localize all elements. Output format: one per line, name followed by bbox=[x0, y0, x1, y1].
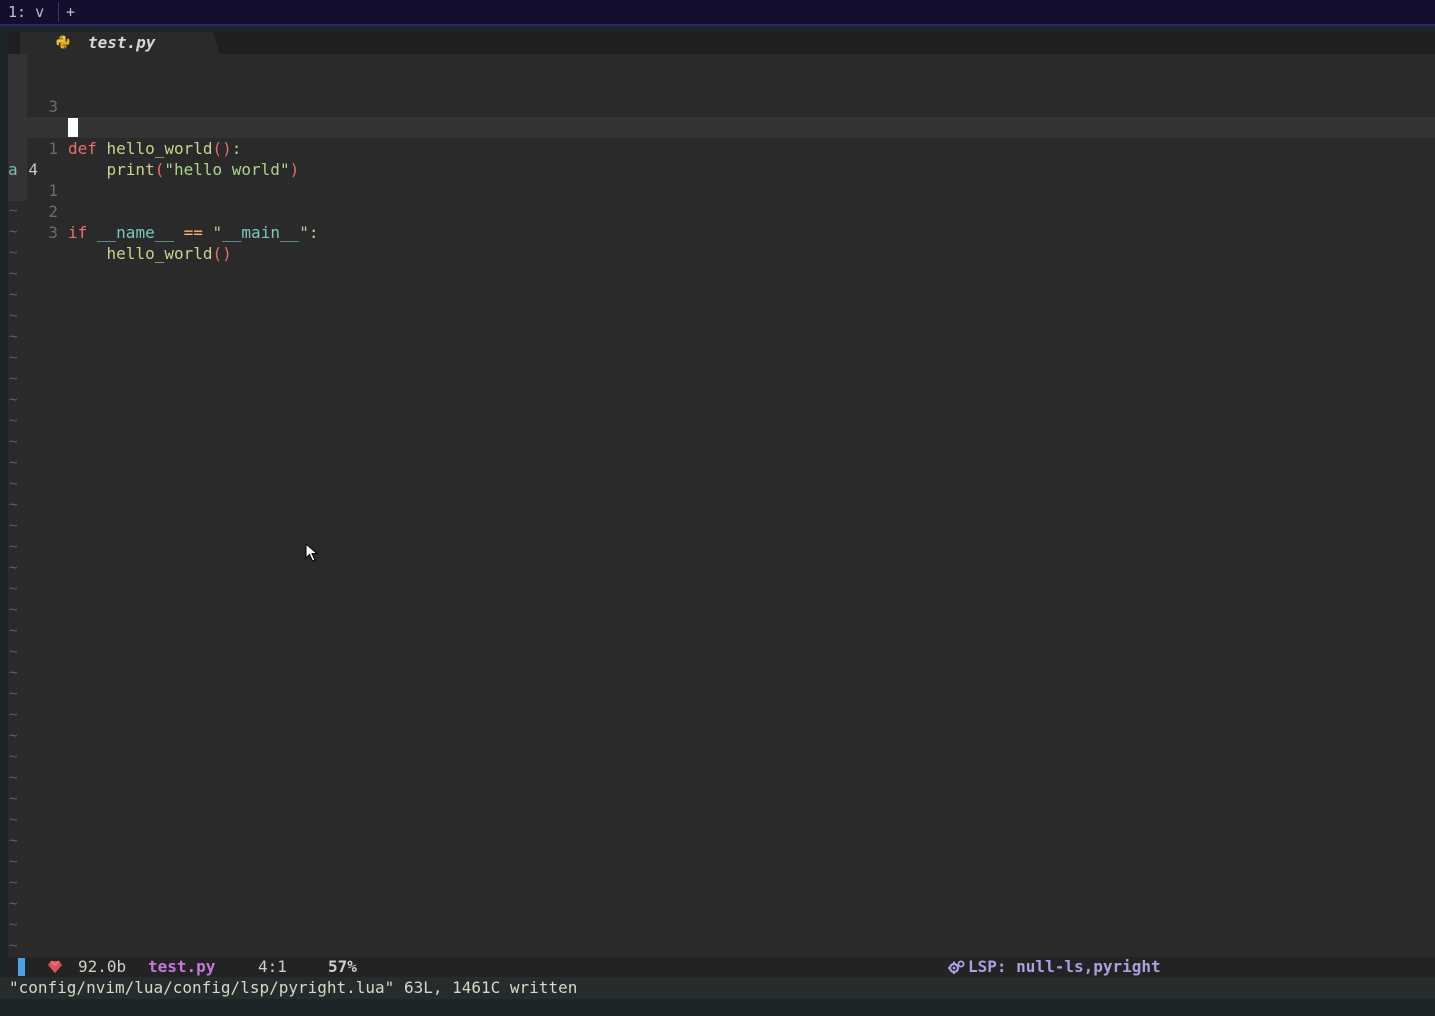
code-line[interactable]: 1 bbox=[8, 138, 1435, 200]
tilde-line: ~ bbox=[9, 350, 18, 366]
code-line[interactable]: 1 print("hello world") bbox=[8, 96, 1435, 179]
tilde-line: ~ bbox=[9, 896, 18, 912]
scroll-percent: 57% bbox=[328, 957, 357, 976]
file-size: 92.0b bbox=[78, 957, 127, 976]
sign-column bbox=[8, 75, 27, 96]
python-icon bbox=[56, 35, 70, 49]
tilde-line: ~ bbox=[9, 497, 18, 513]
sign-column bbox=[8, 54, 27, 75]
write-message: "config/nvim/lua/config/lsp/pyright.lua"… bbox=[9, 978, 578, 997]
tilde-line: ~ bbox=[9, 539, 18, 555]
tilde-line: ~ bbox=[9, 833, 18, 849]
code-line[interactable]: a 2 if __name__ == "__main__": bbox=[8, 159, 1435, 242]
tilde-line: ~ bbox=[9, 812, 18, 828]
tmux-tab-divider bbox=[58, 2, 59, 22]
text-cursor bbox=[68, 118, 78, 137]
code-line[interactable]: 3 hello_world() bbox=[8, 180, 1435, 263]
lsp-status: LSP: null-ls,pyright bbox=[968, 957, 1161, 976]
tilde-line: ~ bbox=[9, 455, 18, 471]
ruby-icon bbox=[48, 960, 62, 973]
statusline: 92.0b test.py 4:1 57% LSP: null-ls,pyrig… bbox=[8, 957, 1435, 977]
tmux-status-bar: 1: v + bbox=[0, 0, 1435, 26]
code-line[interactable]: 3 bbox=[8, 54, 1435, 116]
tilde-line: ~ bbox=[9, 770, 18, 786]
tilde-line: ~ bbox=[9, 749, 18, 765]
tilde-line: ~ bbox=[9, 665, 18, 681]
tilde-line: ~ bbox=[9, 707, 18, 723]
tilde-line: ~ bbox=[9, 476, 18, 492]
keyword-if: if bbox=[68, 223, 88, 242]
colon: : bbox=[308, 223, 319, 242]
sign-column bbox=[8, 96, 27, 117]
tilde-line: ~ bbox=[9, 938, 18, 954]
paren: () bbox=[212, 244, 232, 263]
tilde-line: ~ bbox=[9, 329, 18, 345]
sign-column bbox=[8, 138, 27, 159]
tilde-line: ~ bbox=[9, 371, 18, 387]
operator-eq: == bbox=[183, 223, 203, 242]
sign-column bbox=[8, 180, 27, 201]
cursor-position: 4:1 bbox=[258, 957, 287, 976]
line-number: 3 bbox=[48, 223, 58, 242]
mode-indicator bbox=[18, 958, 25, 976]
tilde-line: ~ bbox=[9, 413, 18, 429]
tilde-line: ~ bbox=[9, 308, 18, 324]
code-text: hello_world() bbox=[68, 243, 232, 264]
tilde-line: ~ bbox=[9, 728, 18, 744]
sign-a: a bbox=[8, 160, 18, 179]
tilde-line: ~ bbox=[9, 875, 18, 891]
tilde-line: ~ bbox=[9, 644, 18, 660]
bufferline: test.py bbox=[8, 32, 1435, 54]
bufferline-edge bbox=[8, 32, 20, 54]
sign-column: a bbox=[8, 159, 27, 180]
tilde-line: ~ bbox=[9, 245, 18, 261]
tilde-line: ~ bbox=[9, 581, 18, 597]
dunder-name: __name__ bbox=[96, 223, 174, 242]
sign-column bbox=[8, 117, 27, 138]
buffer-name[interactable]: test.py bbox=[88, 33, 155, 53]
tilde-line: ~ bbox=[9, 917, 18, 933]
tmux-new-tab-button[interactable]: + bbox=[66, 3, 75, 21]
tilde-line: ~ bbox=[9, 392, 18, 408]
code-text: if __name__ == "__main__": bbox=[68, 222, 319, 243]
tilde-line: ~ bbox=[9, 434, 18, 450]
string-quote: " bbox=[212, 223, 223, 242]
command-line[interactable]: "config/nvim/lua/config/lsp/pyright.lua"… bbox=[0, 977, 1435, 999]
tmux-window-tab[interactable]: 1: v bbox=[8, 3, 44, 21]
function-call: hello_world bbox=[106, 244, 213, 263]
tilde-line: ~ bbox=[9, 287, 18, 303]
tilde-line: ~ bbox=[9, 224, 18, 240]
string-main: __main__ bbox=[222, 223, 300, 242]
tilde-line: ~ bbox=[9, 791, 18, 807]
tilde-line: ~ bbox=[9, 602, 18, 618]
cursor-line[interactable]: 4 bbox=[8, 117, 1435, 179]
tilde-line: ~ bbox=[9, 518, 18, 534]
tilde-line: ~ bbox=[9, 203, 18, 219]
string-quote: " bbox=[299, 223, 309, 242]
code-line[interactable]: 2 def hello_world(): bbox=[8, 75, 1435, 158]
mouse-pointer-icon bbox=[305, 543, 319, 562]
tilde-line: ~ bbox=[9, 686, 18, 702]
tilde-line: ~ bbox=[9, 623, 18, 639]
tilde-line: ~ bbox=[9, 560, 18, 576]
gear-icon bbox=[948, 960, 965, 974]
status-filename: test.py bbox=[148, 957, 216, 976]
tilde-line: ~ bbox=[9, 854, 18, 870]
editor-window[interactable]: test.py 3 2 def hello_world(): 1 print("… bbox=[8, 32, 1435, 958]
tilde-line: ~ bbox=[9, 266, 18, 282]
